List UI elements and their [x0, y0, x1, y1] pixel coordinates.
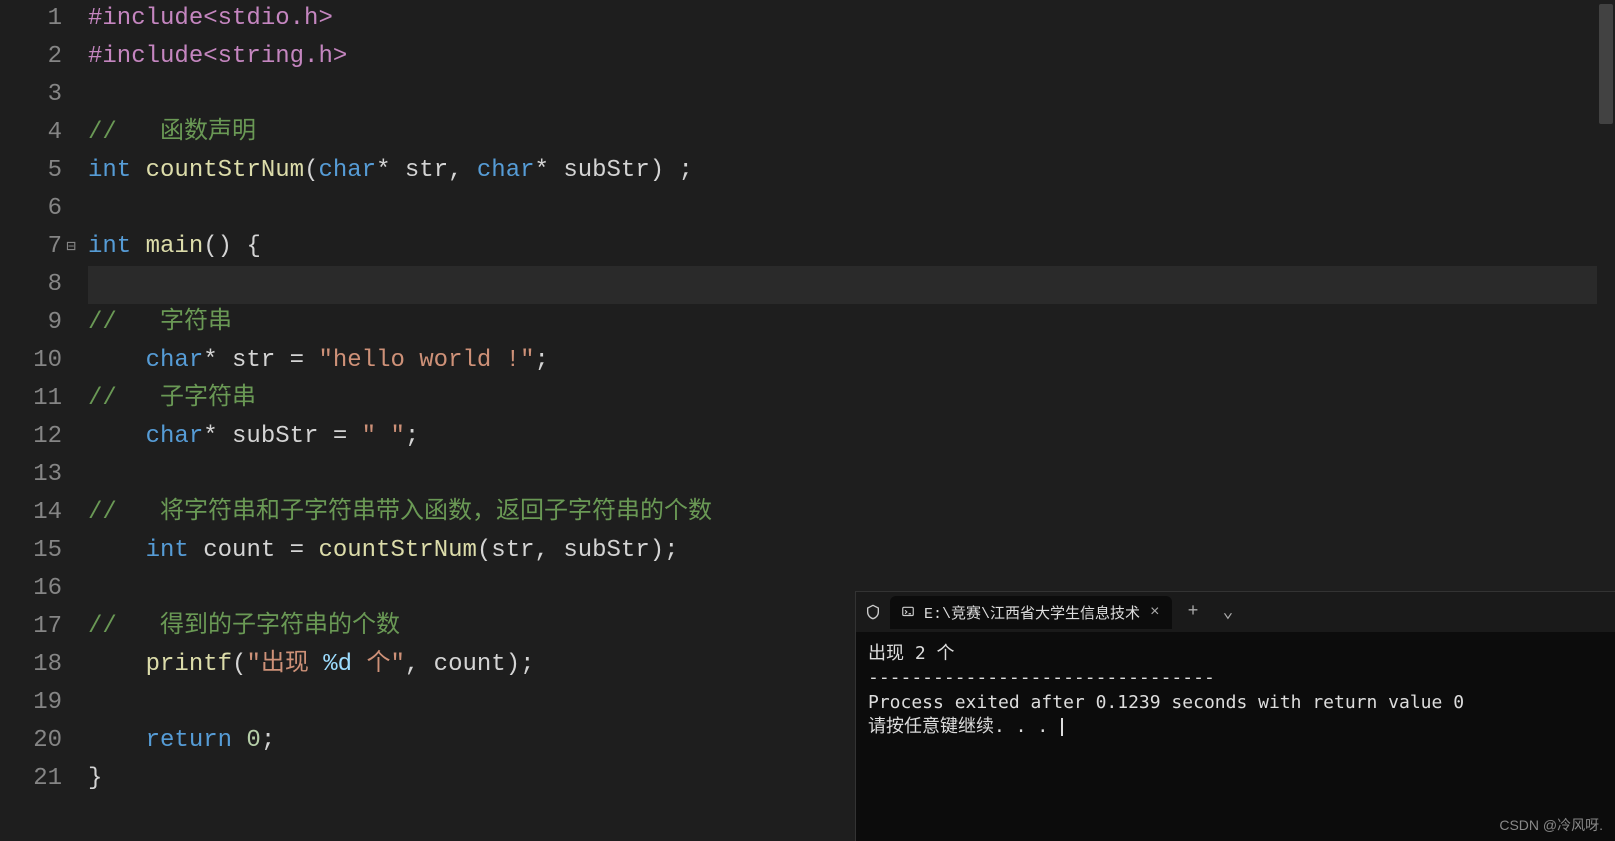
terminal-line: 出现 2 个	[868, 643, 955, 664]
terminal-line: Process exited after 0.1239 seconds with…	[868, 692, 1464, 713]
terminal-icon	[900, 604, 916, 620]
line-number: 1	[0, 0, 62, 38]
close-icon[interactable]: ×	[1148, 603, 1162, 621]
line-number: 3	[0, 76, 62, 114]
line-number: 10	[0, 342, 62, 380]
line-number: 20	[0, 722, 62, 760]
code-line: int main() {	[88, 228, 1615, 266]
code-line: // 子字符串	[88, 380, 1615, 418]
line-number: 4	[0, 114, 62, 152]
line-number: 5	[0, 152, 62, 190]
line-number: 16	[0, 570, 62, 608]
terminal-output[interactable]: 出现 2 个 -------------------------------- …	[856, 632, 1615, 841]
line-number-gutter: 1 2 3 4 5 6 7⊟ 8 9 10 11 12 13 14 15 16 …	[0, 0, 70, 841]
line-number: 13	[0, 456, 62, 494]
code-line	[88, 190, 1615, 228]
scrollbar-thumb[interactable]	[1599, 4, 1613, 124]
code-line: int countStrNum(char* str, char* subStr)…	[88, 152, 1615, 190]
code-line-current	[88, 266, 1615, 304]
terminal-separator: --------------------------------	[868, 667, 1215, 688]
line-number: 9	[0, 304, 62, 342]
code-line	[88, 456, 1615, 494]
line-number: 21	[0, 760, 62, 798]
line-number: 12	[0, 418, 62, 456]
chevron-down-icon[interactable]: ⌄	[1214, 597, 1241, 627]
terminal-line: 请按任意键继续. . .	[868, 716, 1059, 737]
code-line: // 字符串	[88, 304, 1615, 342]
code-line: char* subStr = " ";	[88, 418, 1615, 456]
line-number: 19	[0, 684, 62, 722]
line-number: 6	[0, 190, 62, 228]
code-line: int count = countStrNum(str, subStr);	[88, 532, 1615, 570]
code-line: // 函数声明	[88, 114, 1615, 152]
code-line: #include<stdio.h>	[88, 0, 1615, 38]
terminal-window: E:\竞赛\江西省大学生信息技术 × + ⌄ 出现 2 个 ----------…	[855, 591, 1615, 841]
code-line: char* str = "hello world !";	[88, 342, 1615, 380]
shield-icon	[864, 603, 882, 621]
line-number: 11	[0, 380, 62, 418]
terminal-cursor	[1061, 718, 1063, 736]
terminal-tab[interactable]: E:\竞赛\江西省大学生信息技术 ×	[890, 596, 1172, 629]
terminal-tab-title: E:\竞赛\江西省大学生信息技术	[924, 602, 1140, 623]
line-number: 17	[0, 608, 62, 646]
line-number: 14	[0, 494, 62, 532]
line-number: 2	[0, 38, 62, 76]
code-line: // 将字符串和子字符串带入函数，返回子字符串的个数	[88, 494, 1615, 532]
line-number: 15	[0, 532, 62, 570]
line-number: 18	[0, 646, 62, 684]
new-tab-button[interactable]: +	[1180, 598, 1207, 626]
terminal-tabbar: E:\竞赛\江西省大学生信息技术 × + ⌄	[856, 592, 1615, 632]
code-line: #include<string.h>	[88, 38, 1615, 76]
line-number: 7⊟	[0, 228, 62, 266]
watermark: CSDN @冷风呀.	[1499, 815, 1603, 835]
code-line	[88, 76, 1615, 114]
line-number: 8	[0, 266, 62, 304]
